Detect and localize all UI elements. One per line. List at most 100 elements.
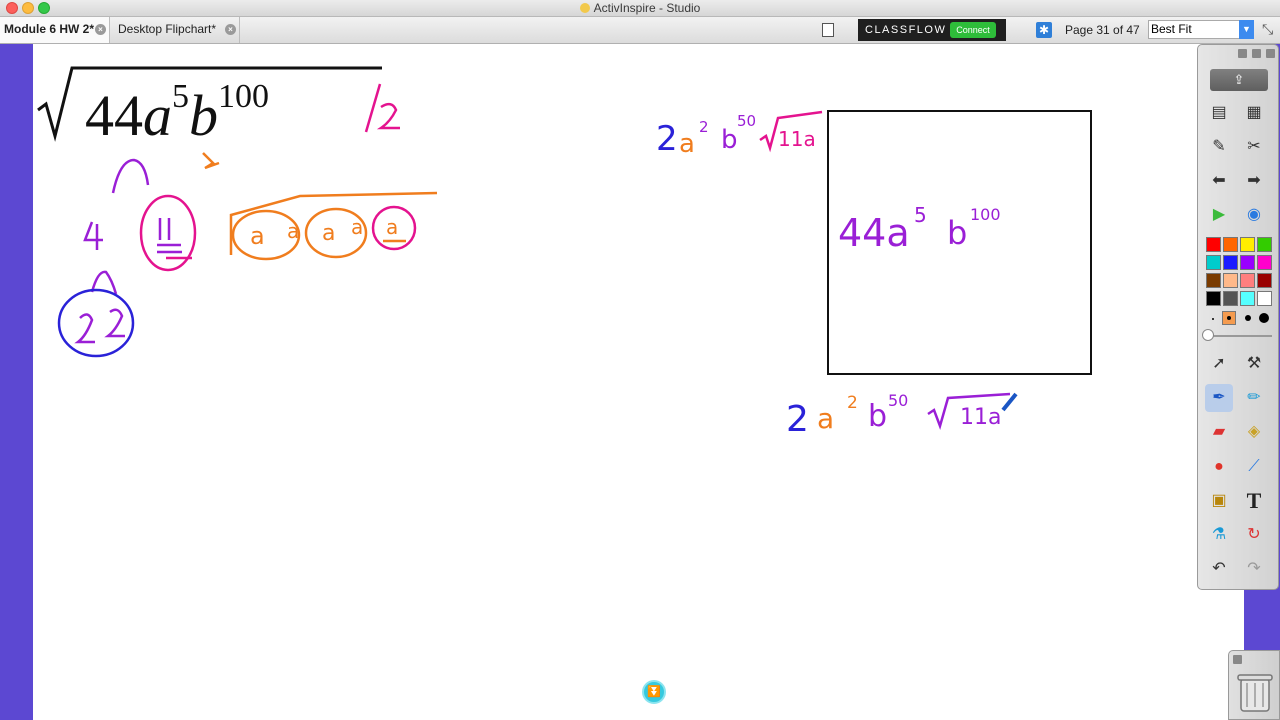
typed-radical-expression: 44a5b100 bbox=[37, 66, 382, 148]
tab-module-6-hw-2[interactable]: Module 6 HW 2* × bbox=[0, 17, 110, 43]
svg-text:11a: 11a bbox=[778, 127, 816, 151]
svg-text:44a5b100: 44a5b100 bbox=[85, 78, 269, 148]
svg-text:b: b bbox=[868, 399, 887, 434]
tab-close-icon[interactable]: × bbox=[95, 24, 106, 35]
color-swatch-magenta[interactable] bbox=[1257, 255, 1272, 270]
svg-text:50: 50 bbox=[737, 112, 756, 130]
pen-width-slider-track bbox=[1206, 335, 1272, 337]
tab-close-icon[interactable]: × bbox=[225, 24, 236, 35]
svg-text:2: 2 bbox=[656, 119, 678, 159]
pen-width-slider[interactable] bbox=[1202, 329, 1214, 341]
next-page-icon[interactable]: ➡ bbox=[1240, 167, 1268, 195]
color-swatch-cyan[interactable] bbox=[1206, 255, 1221, 270]
toolbox-close-icon[interactable] bbox=[1266, 49, 1275, 58]
handwriting-icon[interactable]: ✎ bbox=[1205, 133, 1233, 161]
connector-icon[interactable]: ⟋ bbox=[1240, 453, 1268, 481]
trash-icon[interactable] bbox=[1228, 650, 1280, 720]
toolbox-menu-icon[interactable] bbox=[1238, 49, 1247, 58]
main-toolbox: ⇪ ▤ ▦ ✎ ✂ ⬅ ➡ ▶ ◉ ➚ ⚒ ✒ ✏ ▰ ◈ ● ⟋ ▣ T ⚗ … bbox=[1197, 44, 1279, 590]
svg-text:a: a bbox=[250, 222, 265, 250]
play-icon[interactable]: ▶ bbox=[1205, 201, 1233, 229]
color-swatch-green[interactable] bbox=[1257, 237, 1272, 252]
resource-icon[interactable]: ▣ bbox=[1205, 487, 1233, 515]
zoom-select[interactable]: Best Fit ▼ bbox=[1148, 20, 1254, 39]
page-down-icon[interactable]: ⏬ bbox=[642, 680, 666, 704]
svg-text:a: a bbox=[322, 221, 335, 246]
trash-close-icon[interactable] bbox=[1233, 655, 1242, 664]
flipchart-canvas[interactable]: 44a5b100 a a a a a 2 a 2 b 50 11a 44a 5 … bbox=[33, 44, 1244, 720]
classflow-logo: CLASSFLOW bbox=[865, 24, 947, 36]
pen-width-1[interactable] bbox=[1212, 318, 1214, 320]
redo-icon[interactable]: ↷ bbox=[1240, 555, 1268, 583]
color-swatch-pink[interactable] bbox=[1240, 273, 1255, 288]
export-icon[interactable]: ⇪ bbox=[1210, 69, 1268, 91]
ink-answer-bottom: 2 a 2 b 50 11a bbox=[786, 391, 1018, 440]
factor-tree bbox=[57, 152, 220, 358]
svg-text:50: 50 bbox=[888, 391, 908, 410]
text-tool-icon[interactable]: T bbox=[1240, 487, 1268, 515]
color-swatch-peach[interactable] bbox=[1223, 273, 1238, 288]
flipchart-icon[interactable]: ▤ bbox=[1205, 99, 1233, 127]
color-swatch-orange[interactable] bbox=[1223, 237, 1238, 252]
tools-menu-icon[interactable]: ⚒ bbox=[1240, 350, 1268, 378]
color-swatch-black[interactable] bbox=[1206, 291, 1221, 306]
ink-circled-factors: a a a a a bbox=[229, 191, 438, 261]
page-indicator: Page 31 of 47 bbox=[1065, 23, 1140, 37]
window-title: ActivInspire - Studio bbox=[593, 1, 701, 15]
color-swatch-dark-red[interactable] bbox=[1257, 273, 1272, 288]
svg-text:5: 5 bbox=[914, 203, 927, 227]
reset-page-icon[interactable]: ↻ bbox=[1240, 521, 1268, 549]
svg-text:2: 2 bbox=[786, 399, 809, 440]
toolbox-pin-icon[interactable] bbox=[1252, 49, 1261, 58]
color-swatch-yellow[interactable] bbox=[1240, 237, 1255, 252]
svg-text:11a: 11a bbox=[960, 405, 1001, 430]
eraser-icon[interactable]: ▰ bbox=[1205, 418, 1233, 446]
pen-width-2-selected[interactable] bbox=[1222, 311, 1236, 325]
window-titlebar: ActivInspire - Studio bbox=[0, 0, 1280, 17]
svg-text:a: a bbox=[817, 402, 834, 435]
sync-icon[interactable]: ◉ bbox=[1240, 201, 1268, 229]
color-swatch-blue[interactable] bbox=[1223, 255, 1238, 270]
ink-half-annotation bbox=[364, 83, 400, 133]
fill-icon[interactable]: ◈ bbox=[1240, 418, 1268, 446]
pen-width-3[interactable] bbox=[1245, 315, 1251, 321]
svg-text:2: 2 bbox=[847, 393, 858, 413]
svg-text:b: b bbox=[947, 214, 967, 252]
svg-text:a: a bbox=[386, 215, 398, 239]
tab-label: Module 6 HW 2* bbox=[4, 22, 95, 36]
notes-icon[interactable] bbox=[822, 23, 834, 37]
color-swatch-brown[interactable] bbox=[1206, 273, 1221, 288]
undo-icon[interactable]: ↶ bbox=[1205, 555, 1233, 583]
connect-button[interactable]: Connect bbox=[950, 22, 996, 38]
color-swatch-purple[interactable] bbox=[1240, 255, 1255, 270]
svg-text:2: 2 bbox=[699, 118, 709, 136]
left-margin-bar bbox=[0, 44, 33, 720]
trash-can-graphic bbox=[1237, 674, 1273, 712]
pen-icon[interactable]: ✒ bbox=[1205, 384, 1233, 412]
window-title-area: ActivInspire - Studio bbox=[0, 0, 1280, 16]
svg-text:a: a bbox=[287, 219, 299, 243]
page-browser-icon[interactable]: ✱ bbox=[1036, 22, 1052, 38]
pen-width-4[interactable] bbox=[1259, 313, 1269, 323]
color-swatch-light-cyan[interactable] bbox=[1240, 291, 1255, 306]
previous-page-icon[interactable]: ⬅ bbox=[1205, 167, 1233, 195]
tools-icon[interactable]: ✂ bbox=[1240, 133, 1268, 161]
svg-text:b: b bbox=[721, 125, 738, 155]
highlighter-icon[interactable]: ✏ bbox=[1240, 384, 1268, 412]
tab-label: Desktop Flipchart* bbox=[118, 22, 217, 36]
color-swatch-gray[interactable] bbox=[1223, 291, 1238, 306]
shape-icon[interactable]: ● bbox=[1205, 453, 1233, 481]
browser-icon[interactable]: ▦ bbox=[1240, 99, 1268, 127]
collapse-icon[interactable]: ⤡ bbox=[1262, 22, 1273, 36]
select-icon[interactable]: ➚ bbox=[1205, 350, 1233, 378]
tab-bar: Module 6 HW 2* × Desktop Flipchart* × CL… bbox=[0, 17, 1280, 44]
color-swatch-red[interactable] bbox=[1206, 237, 1221, 252]
tab-desktop-flipchart[interactable]: Desktop Flipchart* × bbox=[110, 17, 240, 43]
clear-icon[interactable]: ⚗ bbox=[1205, 521, 1233, 549]
chevron-down-icon[interactable]: ▼ bbox=[1239, 20, 1254, 39]
zoom-value: Best Fit bbox=[1151, 22, 1192, 36]
svg-text:44a: 44a bbox=[838, 211, 910, 255]
color-swatch-white[interactable] bbox=[1257, 291, 1272, 306]
svg-text:100: 100 bbox=[970, 205, 1001, 224]
classflow-bar: CLASSFLOW Connect bbox=[858, 19, 1006, 41]
